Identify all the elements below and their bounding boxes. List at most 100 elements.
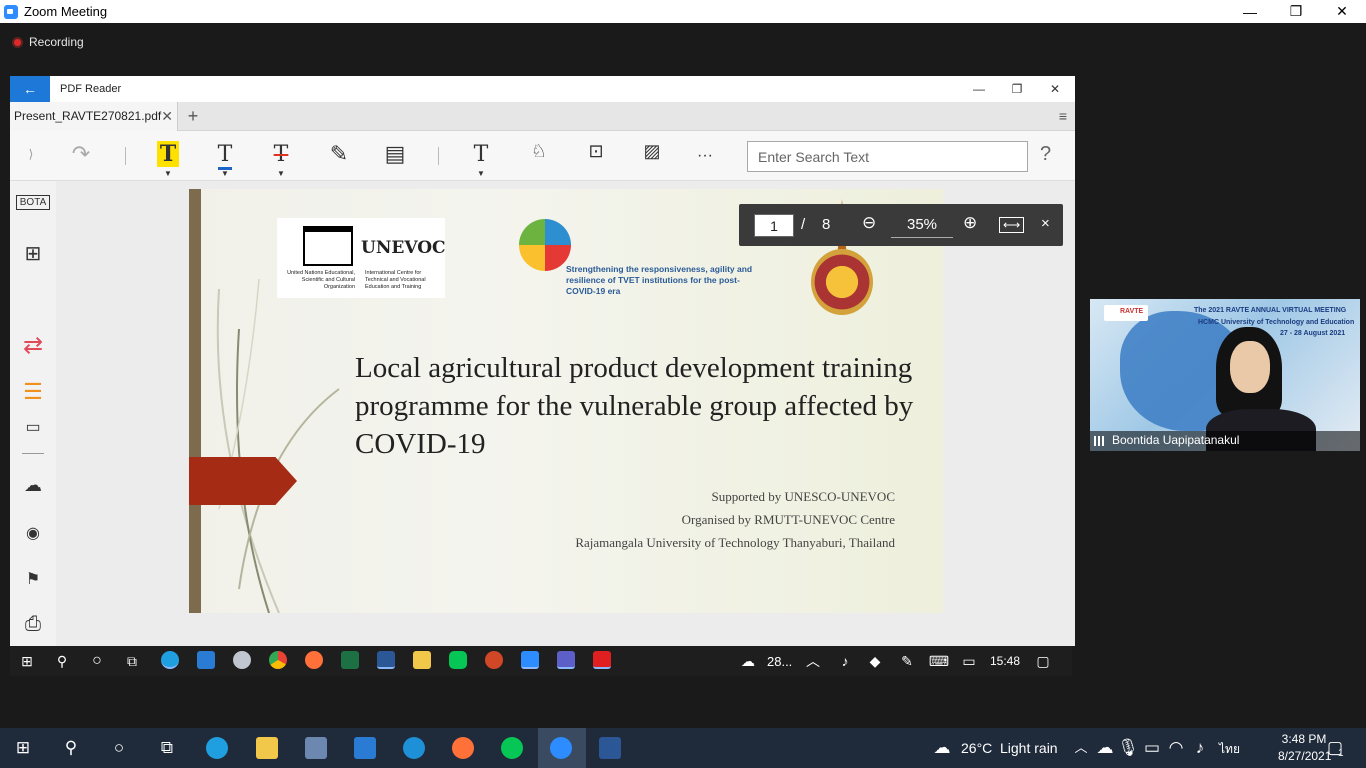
redo-button[interactable]: ↷ xyxy=(66,141,96,167)
task-view-icon[interactable]: ⧉ xyxy=(121,650,143,672)
chevron-down-icon: ▼ xyxy=(221,169,229,178)
notification-icon[interactable]: ▢ xyxy=(1032,650,1054,672)
file-explorer-icon[interactable] xyxy=(256,737,278,759)
unesco-temple-icon xyxy=(303,226,353,266)
unesco-subtitle: United Nations Educational, Scientific a… xyxy=(287,270,355,290)
teams-icon[interactable] xyxy=(557,651,575,669)
line-icon[interactable] xyxy=(449,651,467,669)
app-icon[interactable] xyxy=(233,651,251,669)
keyboard-icon[interactable]: ⌨ xyxy=(926,650,952,672)
search-icon[interactable]: ⚲ xyxy=(60,737,82,759)
weather-icon: ☁ xyxy=(933,738,951,757)
task-view-icon[interactable]: ⧉ xyxy=(156,737,178,759)
zoom-icon[interactable] xyxy=(550,737,572,759)
tvet-flower-logo-icon xyxy=(519,219,571,271)
word-icon[interactable] xyxy=(599,737,621,759)
help-icon[interactable]: ? xyxy=(1040,143,1051,166)
tab-document[interactable]: Present_RAVTE270821.pdf ✕ xyxy=(10,101,178,131)
battery-icon[interactable]: ▭ xyxy=(1141,737,1163,759)
mail-icon[interactable] xyxy=(354,737,376,759)
file-explorer-icon[interactable] xyxy=(413,651,431,669)
edge-icon[interactable] xyxy=(161,651,179,669)
cloud-icon[interactable]: ☁ xyxy=(10,475,56,496)
present-icon[interactable]: ▭ xyxy=(10,417,56,437)
line-icon[interactable] xyxy=(501,737,523,759)
undo-button[interactable]: ⟩ xyxy=(16,147,46,161)
mail-icon[interactable] xyxy=(197,651,215,669)
stamp-icon[interactable]: ♘ xyxy=(524,141,554,162)
microphone-icon[interactable]: 🎙 xyxy=(1117,737,1139,759)
back-button[interactable]: ← xyxy=(10,76,50,102)
clock-time: 3:48 PM xyxy=(1281,732,1327,746)
bookmark-icon[interactable]: ⚑ xyxy=(10,569,56,589)
zoom-level-input[interactable]: 35% xyxy=(891,213,953,238)
new-tab-button[interactable]: + xyxy=(178,106,208,127)
firefox-icon[interactable] xyxy=(452,737,474,759)
strikethrough-button[interactable]: T ▼ xyxy=(266,141,296,178)
sign-icon[interactable]: ▨ xyxy=(637,141,667,162)
close-button[interactable]: ✕ xyxy=(1319,0,1365,23)
textbox-button[interactable]: T ▼ xyxy=(466,141,496,178)
zoom-out-icon[interactable]: ⊖ xyxy=(862,213,876,233)
start-icon[interactable]: ⊞ xyxy=(12,737,34,759)
page-navigation-bar: 1 / 8 ⊖ 35% ⊕ ⟷ × xyxy=(739,204,1063,246)
document-canvas[interactable]: UNEVOC United Nations Educational, Scien… xyxy=(56,181,1075,646)
shared-taskbar: ⊞ ⚲ ○ ⧉ ☁ 28... ︿ ♪ ◆ ✎ ⌨ ▭ 15:48 ▢ xyxy=(10,646,1072,676)
powerpoint-icon[interactable] xyxy=(485,651,503,669)
chevron-up-icon[interactable]: ︿ xyxy=(802,650,824,672)
textbox-icon: T xyxy=(473,142,489,167)
system-clock[interactable]: 3:48 PM 8/27/2021 xyxy=(1278,731,1331,765)
bota-button[interactable]: BOTA xyxy=(10,195,56,210)
print-icon[interactable]: ⎙ xyxy=(10,613,56,636)
chrome-icon[interactable] xyxy=(269,651,287,669)
store-icon[interactable] xyxy=(305,737,327,759)
tab-close-icon[interactable]: ✕ xyxy=(161,108,173,125)
thumbnail-grid-icon[interactable]: ⊞ xyxy=(10,241,56,266)
highlight-icon: T xyxy=(156,141,180,167)
cortana-icon[interactable]: ○ xyxy=(108,737,130,759)
zoom-icon[interactable] xyxy=(521,651,539,669)
tab-menu-icon[interactable]: ≡ xyxy=(1059,108,1067,124)
volume-icon[interactable]: ♪ xyxy=(834,650,856,672)
search-icon[interactable]: ⚲ xyxy=(51,650,73,672)
word-icon[interactable] xyxy=(377,651,395,669)
highlight-button[interactable]: T ▼ xyxy=(153,141,183,178)
display-icon[interactable]: ▭ xyxy=(958,650,980,672)
participant-video[interactable]: RAVTE The 2021 RAVTE ANNUAL VIRTUAL MEET… xyxy=(1090,299,1360,451)
annotation-toolbar: ⟩ ↷ T ▼ T ▼ T ▼ ✎ ▤ T ▼ ♘ ⊡ ▨ ··· Enter … xyxy=(10,131,1075,181)
internet-explorer-icon[interactable] xyxy=(403,737,425,759)
pen-icon[interactable]: ✎ xyxy=(324,141,354,167)
eye-icon[interactable]: ◉ xyxy=(10,523,56,543)
cortana-icon[interactable]: ○ xyxy=(86,650,108,672)
pdf-minimize-button[interactable]: — xyxy=(960,76,998,102)
page-number-input[interactable]: 1 xyxy=(754,214,794,237)
volume-icon[interactable]: ♪ xyxy=(1189,737,1211,759)
pdf-reader-icon[interactable] xyxy=(593,651,611,669)
edge-icon[interactable] xyxy=(206,737,228,759)
firefox-icon[interactable] xyxy=(305,651,323,669)
onedrive-icon[interactable]: ☁ xyxy=(1094,737,1116,759)
minimize-button[interactable]: — xyxy=(1227,0,1273,23)
recording-indicator[interactable]: Recording xyxy=(12,35,84,49)
pdf-close-button[interactable]: ✕ xyxy=(1036,76,1074,102)
pen-icon[interactable]: ✎ xyxy=(896,650,918,672)
left-sidebar: BOTA ⊞ ⇄ ☰ ▭ ☁ ◉ ⚑ ⎙ xyxy=(10,181,56,646)
more-icon[interactable]: ··· xyxy=(690,147,720,165)
language-indicator[interactable]: ไทย xyxy=(1219,740,1240,759)
note-icon[interactable]: ▤ xyxy=(380,141,410,167)
briefcase-icon[interactable]: ⊡ xyxy=(581,141,611,162)
search-input[interactable]: Enter Search Text xyxy=(747,141,1028,172)
start-icon[interactable]: ⊞ xyxy=(16,650,38,672)
chevron-up-icon[interactable]: ︿ xyxy=(1070,737,1092,759)
fit-width-icon[interactable]: ⟷ xyxy=(999,217,1025,233)
dropbox-icon[interactable]: ◆ xyxy=(864,650,886,672)
wifi-icon[interactable]: ◠ xyxy=(1165,737,1187,759)
pagebar-close-icon[interactable]: × xyxy=(1041,215,1050,232)
excel-icon[interactable] xyxy=(341,651,359,669)
restore-button[interactable]: ❐ xyxy=(1273,0,1319,23)
pdf-restore-button[interactable]: ❐ xyxy=(998,76,1036,102)
underline-button[interactable]: T ▼ xyxy=(210,141,240,178)
tools-icon[interactable]: ☰ xyxy=(10,379,56,405)
zoom-in-icon[interactable]: ⊕ xyxy=(963,213,977,233)
convert-icon[interactable]: ⇄ xyxy=(10,331,56,360)
